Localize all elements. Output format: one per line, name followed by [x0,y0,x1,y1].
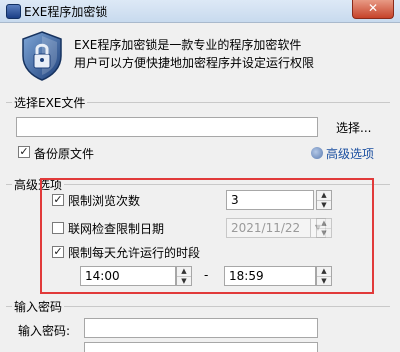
backup-checkbox[interactable]: ✓ [18,146,30,158]
advanced-options-icon [311,147,323,159]
close-button[interactable]: ✕ [352,0,394,19]
password-input[interactable] [84,318,318,338]
backup-label: 备份原文件 [34,147,95,161]
description-line-2: 用户可以方便快捷地加密程序并设定运行权限 [74,56,315,70]
browse-button[interactable]: 选择... [336,119,371,136]
select-file-group-title: 选择EXE文件 [12,94,88,111]
app-icon [6,4,21,19]
highlight-box [40,178,374,294]
shield-lock-icon [22,31,62,81]
password-group-title: 输入密码 [12,298,65,315]
title-bar[interactable]: EXE程序加密锁 ✕ [0,0,400,23]
password-label: 输入密码: [18,324,71,338]
file-path-input[interactable] [16,117,318,137]
description-line-1: EXE程序加密锁是一款专业的程序加密软件 [74,38,302,52]
password-confirm-input[interactable] [84,342,318,352]
advanced-options-link[interactable]: 高级选项 [326,145,374,162]
window-title: EXE程序加密锁 [24,5,108,19]
